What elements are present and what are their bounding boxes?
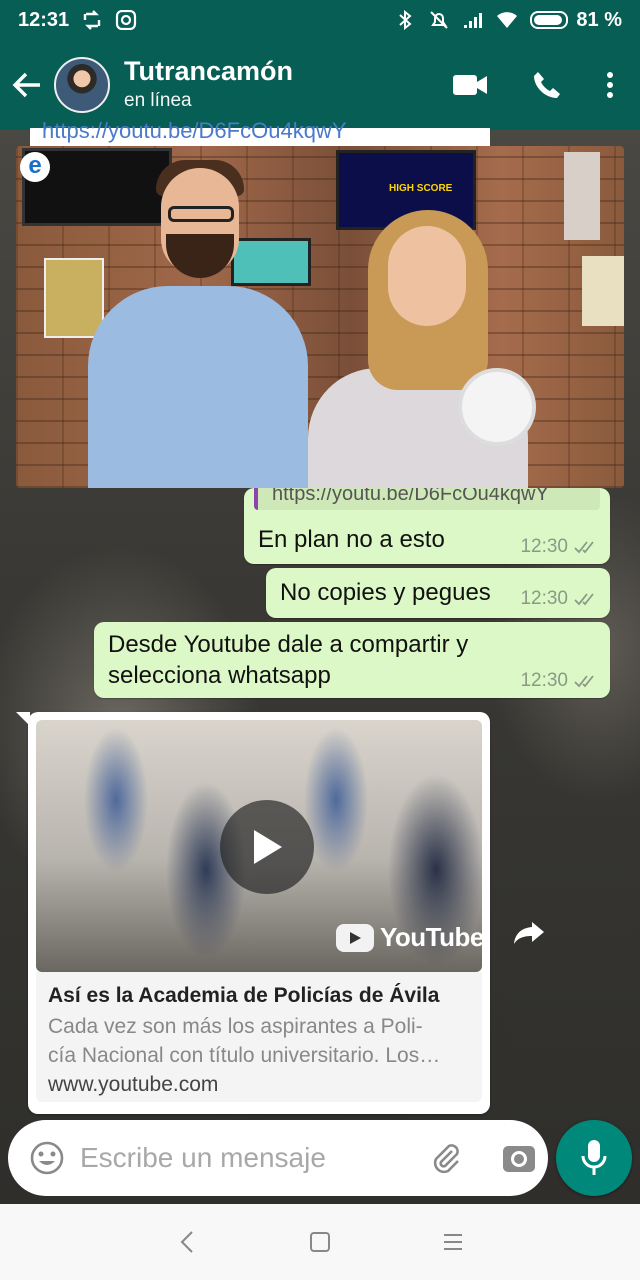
link-description-line-1: Cada vez son más los aspirantes a Poli- (48, 1015, 423, 1038)
channel-logo: e (20, 152, 50, 182)
voice-call-button[interactable] (532, 70, 562, 100)
video-call-icon (453, 75, 487, 95)
link-description-line-2: cía Nacional con título universitario. L… (48, 1044, 441, 1067)
paperclip-icon (433, 1144, 459, 1174)
video-overlay[interactable]: HIGH SCORE e (16, 146, 624, 488)
battery-percent: 81 % (576, 8, 622, 31)
read-ticks-icon (574, 541, 594, 554)
instagram-icon (116, 10, 137, 30)
message-bubble[interactable]: No copies y pegues 12:30 (266, 568, 610, 618)
youtube-play-icon (336, 923, 374, 952)
video-thumbnail[interactable]: YouTube (36, 720, 482, 972)
attach-button[interactable] (422, 1120, 472, 1196)
monitor (231, 238, 311, 286)
forward-icon (514, 922, 544, 944)
play-icon (254, 830, 282, 864)
status-bar: 12:31 81 % (0, 0, 640, 40)
message-time: 12:30 (520, 588, 568, 609)
more-icon (607, 72, 613, 98)
message-bubble[interactable]: https://youtu.be/D6FcOu4kqwY En plan no … (244, 480, 610, 564)
wifi-icon (497, 12, 518, 28)
youtube-logo: YouTube (336, 922, 482, 953)
read-ticks-icon (574, 593, 594, 606)
emoji-icon (30, 1141, 64, 1175)
more-options-button[interactable] (606, 71, 614, 99)
menu-icon (444, 1234, 463, 1250)
message-text: No copies y pegues (280, 579, 491, 606)
camera-button[interactable] (494, 1120, 544, 1196)
nav-back-button[interactable] (167, 1222, 207, 1262)
read-ticks-icon (574, 675, 594, 688)
message-link[interactable]: https://youtu.be/D6FcOu4kqwY (42, 118, 347, 144)
battery-indicator: 81 % (530, 9, 622, 32)
video-call-button[interactable] (452, 73, 488, 97)
battery-icon (530, 11, 569, 29)
message-text: En plan no a esto (258, 526, 445, 553)
device-in-hand (458, 368, 536, 446)
arcade-text: HIGH SCORE (389, 183, 453, 194)
nav-home-button[interactable] (300, 1222, 340, 1262)
chevron-left-icon (180, 1231, 193, 1253)
emoji-button[interactable] (16, 1120, 78, 1196)
mic-icon (581, 1140, 607, 1175)
forward-button[interactable] (508, 912, 550, 954)
link-preview-info[interactable]: Así es la Academia de Policías de Ávila … (36, 972, 482, 1102)
message-bubble[interactable]: Desde Youtube dale a compartir y selecci… (94, 622, 610, 698)
message-meta: 12:30 (520, 536, 598, 558)
mute-icon (430, 11, 449, 29)
system-nav-bar (0, 1204, 640, 1280)
phone-icon (534, 72, 560, 98)
youtube-wordmark: YouTube (380, 922, 482, 952)
message-meta: 12:30 (520, 670, 598, 692)
mic-button[interactable] (556, 1120, 632, 1196)
presenter-man (88, 286, 308, 488)
message-time: 12:30 (520, 670, 568, 691)
avatar[interactable] (54, 57, 110, 113)
message-bubble-partial: https://youtu.be/D6FcOu4kqwY (30, 118, 490, 148)
camera-icon (503, 1146, 535, 1172)
poster (564, 152, 600, 240)
bluetooth-icon (399, 10, 412, 30)
arrow-left-icon (12, 72, 40, 98)
message-meta: 12:30 (520, 588, 598, 610)
message-composer (8, 1120, 548, 1196)
signal-icon (464, 13, 483, 28)
message-input[interactable] (80, 1142, 410, 1174)
chat-header: Tutrancamón en línea (0, 40, 640, 130)
link-preview-bubble[interactable]: YouTube Así es la Academia de Policías d… (16, 712, 490, 1114)
link-title: Así es la Academia de Policías de Ávila (48, 984, 440, 1007)
poster (44, 258, 104, 338)
message-text-line-2: selecciona whatsapp (108, 662, 331, 689)
link-domain: www.youtube.com (48, 1073, 219, 1096)
contact-status: en línea (124, 90, 192, 111)
nav-menu-button[interactable] (433, 1222, 473, 1262)
message-time: 12:30 (520, 536, 568, 557)
contact-name: Tutrancamón (124, 56, 294, 86)
sync-icon (83, 10, 101, 30)
back-button[interactable] (2, 40, 52, 130)
contact-info[interactable]: Tutrancamón en línea (124, 55, 293, 115)
square-icon (309, 1232, 330, 1252)
play-button[interactable] (220, 800, 314, 894)
poster (582, 256, 624, 326)
message-text-line-1: Desde Youtube dale a compartir y (108, 631, 469, 658)
status-time: 12:31 (18, 8, 70, 31)
